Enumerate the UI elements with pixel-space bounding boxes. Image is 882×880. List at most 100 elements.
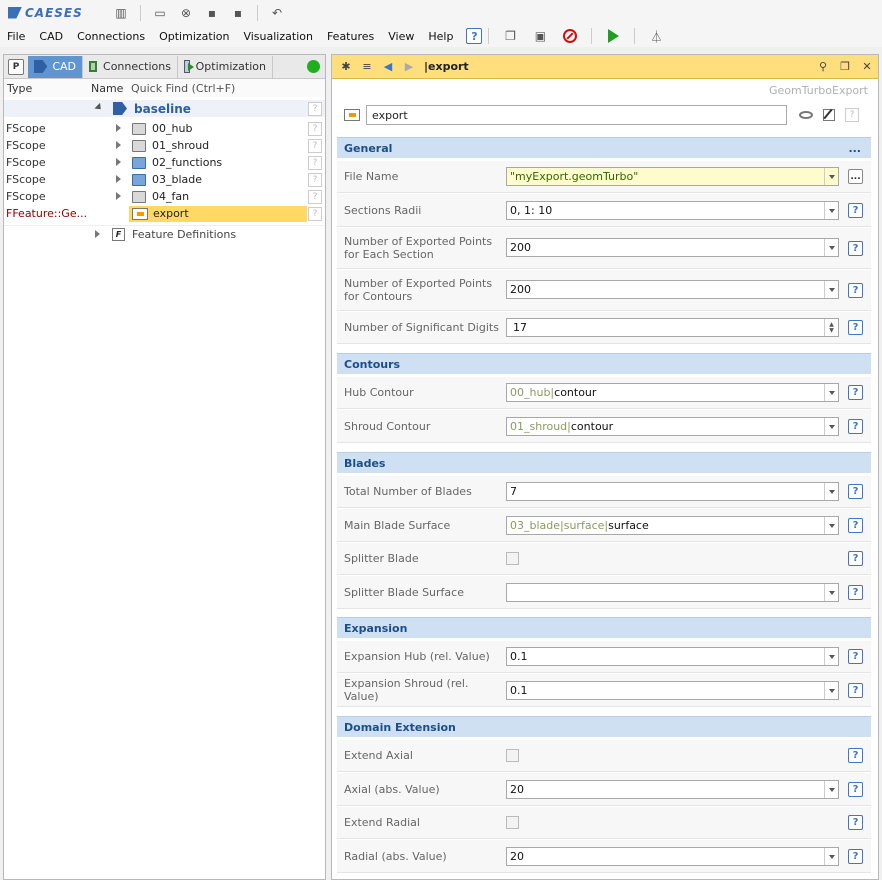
expand-arrow-icon[interactable]	[116, 158, 121, 166]
menu-view[interactable]: View	[381, 30, 421, 43]
help-icon[interactable]: ?	[466, 28, 483, 44]
menu-cad[interactable]: CAD	[32, 30, 70, 43]
expand-arrow-icon[interactable]	[94, 102, 104, 113]
tab-connections[interactable]: Connections	[83, 55, 178, 78]
help-icon[interactable]: ?	[848, 584, 863, 600]
points-section-field[interactable]: 200	[506, 238, 839, 257]
help-icon[interactable]: ?	[848, 484, 863, 499]
help-icon[interactable]: ?	[308, 206, 322, 221]
quick-find[interactable]: Quick Find (Ctrl+F)	[128, 82, 235, 95]
spin-arrows-icon[interactable]: ▲ ▼	[824, 319, 838, 336]
help-icon[interactable]: ?	[848, 282, 863, 298]
chevron-down-icon[interactable]	[824, 202, 838, 219]
tab-optimization[interactable]: Optimization	[178, 55, 273, 78]
section-blades[interactable]: Blades	[337, 452, 871, 473]
chevron-down-icon[interactable]	[824, 281, 838, 298]
eye-icon[interactable]	[799, 111, 813, 119]
tree-row-baseline[interactable]: baseline ?	[4, 100, 325, 117]
expand-arrow-icon[interactable]	[116, 124, 121, 132]
close-icon[interactable]: ✕	[860, 60, 874, 74]
help-icon[interactable]: ?	[848, 418, 863, 434]
save-as-icon[interactable]: ▪	[229, 4, 247, 22]
expand-arrow-icon[interactable]	[116, 175, 121, 183]
pin-icon[interactable]: ✱	[339, 60, 353, 74]
tree-row-03-blade[interactable]: FScope 03_blade ?	[4, 171, 325, 188]
stop-icon[interactable]	[561, 27, 579, 45]
menu-features[interactable]: Features	[320, 30, 381, 43]
splitter-blade-checkbox[interactable]	[506, 552, 519, 565]
help-icon[interactable]: ?	[848, 682, 863, 698]
help-icon[interactable]: ?	[848, 385, 863, 400]
help-icon[interactable]: ?	[308, 121, 322, 136]
column-type[interactable]: Type	[4, 82, 88, 95]
total-blades-field[interactable]: 7	[506, 482, 839, 501]
more-icon[interactable]: ...	[848, 142, 861, 155]
flask-icon[interactable]: ⏃	[647, 27, 665, 45]
edit-icon[interactable]	[823, 109, 835, 121]
name-input[interactable]: export	[366, 105, 787, 125]
radial-abs-field[interactable]: 20	[506, 847, 839, 866]
list-icon[interactable]: ≡	[360, 60, 374, 74]
search-icon[interactable]: ⚲	[816, 60, 830, 74]
help-icon[interactable]: ?	[308, 138, 322, 153]
tree-row-02-functions[interactable]: FScope 02_functions ?	[4, 154, 325, 171]
hub-contour-field[interactable]: 00_hub| contour	[506, 383, 839, 402]
help-icon[interactable]: ?	[848, 848, 863, 864]
run-icon[interactable]	[604, 27, 622, 45]
chevron-down-icon[interactable]	[824, 384, 838, 401]
tree-row-00-hub[interactable]: FScope 00_hub ?	[4, 120, 325, 137]
axial-abs-field[interactable]: 20	[506, 780, 839, 799]
help-icon[interactable]: ?	[848, 815, 863, 830]
chevron-down-icon[interactable]	[824, 781, 838, 798]
help-icon[interactable]: ?	[848, 551, 863, 566]
menu-file[interactable]: File	[0, 30, 32, 43]
chevron-down-icon[interactable]	[824, 517, 838, 534]
section-expansion[interactable]: Expansion	[337, 617, 871, 638]
section-domain-extension[interactable]: Domain Extension	[337, 716, 871, 737]
points-contours-field[interactable]: 200	[506, 280, 839, 299]
help-icon[interactable]: ?	[848, 320, 863, 335]
help-icon[interactable]: ?	[848, 649, 863, 664]
copy-icon[interactable]: ❐	[838, 60, 852, 74]
help-icon[interactable]: ?	[848, 748, 863, 763]
tree-row-export[interactable]: FFeature::Ge... export ?	[4, 205, 325, 222]
chevron-down-icon[interactable]	[824, 418, 838, 435]
pin-button[interactable]: P	[8, 58, 24, 75]
help-icon[interactable]: ?	[848, 240, 863, 256]
expand-arrow-icon[interactable]	[95, 230, 100, 238]
chevron-down-icon[interactable]	[824, 848, 838, 865]
help-icon[interactable]: ?	[848, 202, 863, 218]
open-folder-icon[interactable]: ▭	[151, 4, 169, 22]
menu-connections[interactable]: Connections	[70, 30, 152, 43]
help-icon[interactable]: ?	[308, 172, 322, 187]
tree-row-feature-definitions[interactable]: F Feature Definitions	[4, 225, 325, 242]
menu-optimization[interactable]: Optimization	[152, 30, 236, 43]
chevron-down-icon[interactable]	[824, 648, 838, 665]
extend-radial-checkbox[interactable]	[506, 816, 519, 829]
forward-icon[interactable]: ▶	[402, 60, 416, 74]
chevron-down-icon[interactable]	[824, 584, 838, 601]
section-general[interactable]: General ...	[337, 137, 871, 158]
expand-arrow-icon[interactable]	[116, 192, 121, 200]
tree-row-04-fan[interactable]: FScope 04_fan ?	[4, 188, 325, 205]
sig-digits-spinbox[interactable]: 17 ▲ ▼	[506, 318, 839, 337]
file-name-field[interactable]: "myExport.geomTurbo"	[506, 167, 839, 186]
tab-cad[interactable]: CAD	[28, 55, 83, 78]
shroud-contour-field[interactable]: 01_shroud| contour	[506, 417, 839, 436]
help-icon[interactable]: ?	[308, 155, 322, 170]
undo-icon[interactable]: ↶	[268, 4, 286, 22]
chevron-down-icon[interactable]	[824, 168, 838, 185]
layout-icon[interactable]: ▥	[112, 4, 130, 22]
main-blade-field[interactable]: 03_blade|surface| surface	[506, 516, 839, 535]
help-icon[interactable]: ?	[308, 189, 322, 204]
exp-shroud-field[interactable]: 0.1	[506, 681, 839, 700]
save-icon[interactable]: ▪	[203, 4, 221, 22]
chevron-down-icon[interactable]	[824, 682, 838, 699]
menu-help[interactable]: Help	[421, 30, 460, 43]
help-icon[interactable]: ?	[848, 781, 863, 797]
section-contours[interactable]: Contours	[337, 353, 871, 374]
extend-axial-checkbox[interactable]	[506, 749, 519, 762]
sections-radii-field[interactable]: 0, 1: 10	[506, 201, 839, 220]
browse-button[interactable]: ...	[848, 169, 863, 184]
help-icon[interactable]: ?	[848, 517, 863, 533]
